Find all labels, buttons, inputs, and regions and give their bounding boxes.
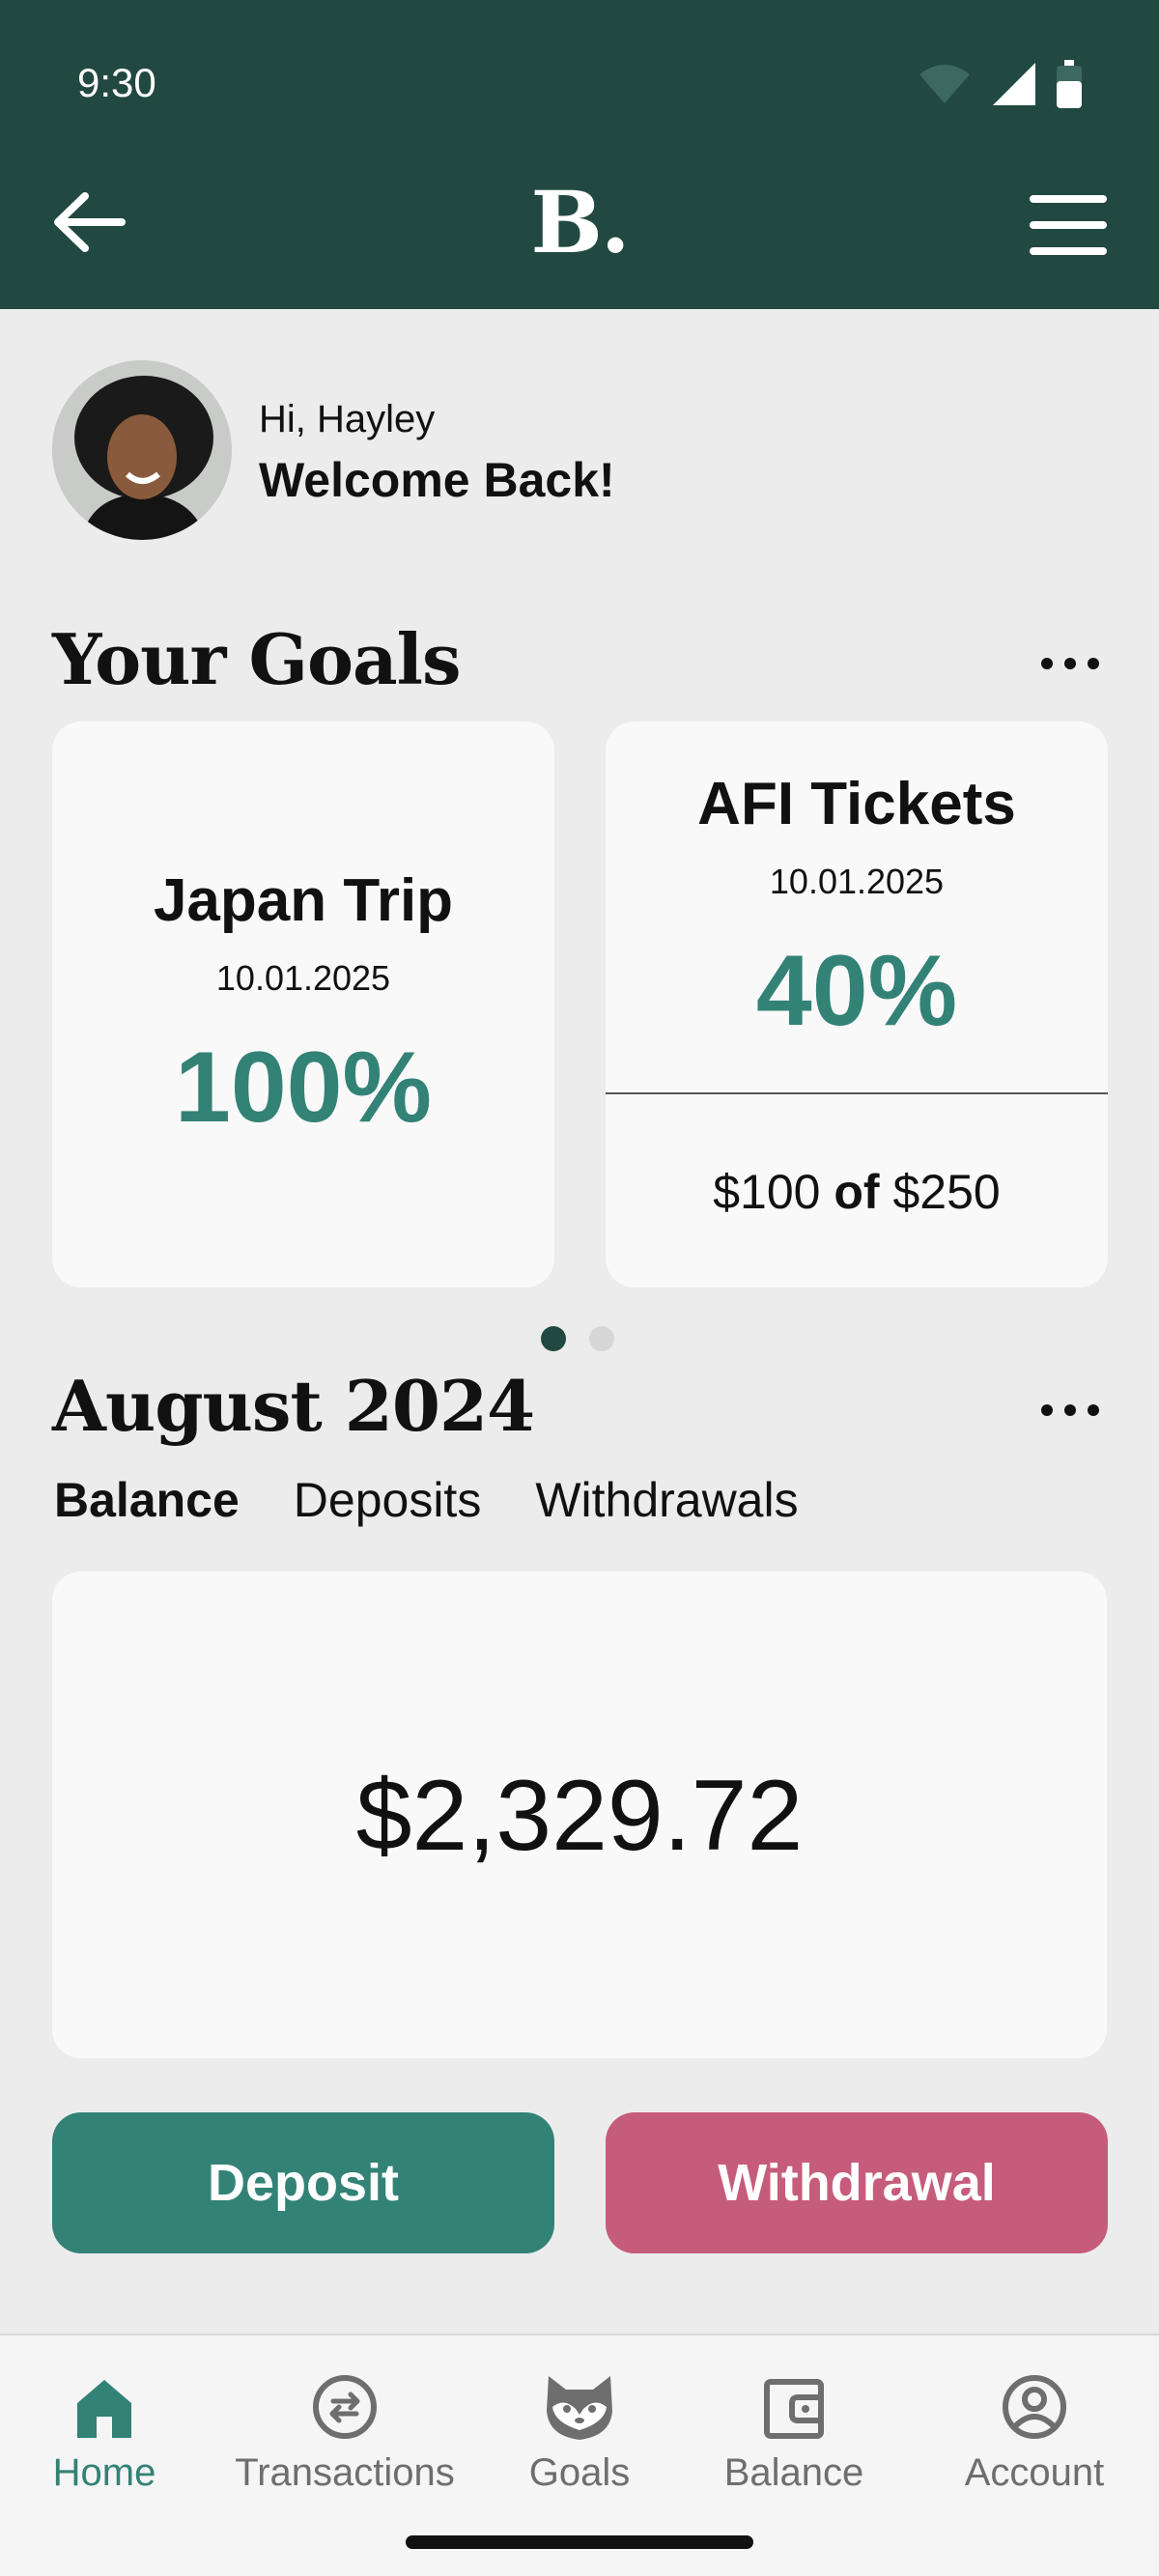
raccoon-icon (547, 2376, 612, 2440)
home-icon (77, 2380, 131, 2438)
wifi-icon (919, 65, 970, 103)
nav-item-goals[interactable]: Goals (464, 2368, 695, 2495)
nav-label: Transactions (235, 2451, 455, 2494)
nav-item-balance[interactable]: Balance (678, 2368, 910, 2495)
goal-card-japan-trip[interactable]: Japan Trip 10.01.2025 100% (52, 722, 554, 1288)
goal-percent: 100% (175, 1032, 432, 1144)
balance-amount: $2,329.72 (355, 1760, 804, 1872)
tab-deposits[interactable]: Deposits (294, 1472, 482, 1528)
goal-title: AFI Tickets (697, 771, 1016, 837)
carousel-dot-active[interactable] (541, 1326, 566, 1351)
user-circle-icon (1003, 2375, 1066, 2439)
greeting-hello: Hi, Hayley (259, 398, 436, 440)
greeting-welcome: Welcome Back! (259, 453, 615, 507)
goals-heading: Your Goals (52, 618, 462, 700)
goal-date: 10.01.2025 (769, 862, 945, 901)
nav-label: Goals (528, 2451, 631, 2494)
goals-more-icon[interactable] (1041, 649, 1099, 678)
goal-percent: 40% (755, 935, 958, 1047)
nav-item-home[interactable]: Home (0, 2368, 220, 2495)
month-heading: August 2024 (52, 1365, 535, 1447)
goal-target-amount: $250 (892, 1165, 1001, 1219)
goal-divider (606, 1092, 1108, 1094)
tab-balance[interactable]: Balance (54, 1472, 240, 1528)
goal-saved-amount: $100 (713, 1165, 821, 1219)
avatar[interactable] (52, 360, 232, 540)
hamburger-menu-icon[interactable] (1030, 193, 1107, 257)
balance-card: $2,329.72 (52, 1571, 1107, 2058)
nav-label: Account (964, 2451, 1105, 2494)
month-tabs: Balance Deposits Withdrawals (54, 1472, 799, 1528)
goal-of-label: of (834, 1165, 880, 1219)
nav-label: Balance (723, 2451, 864, 2494)
battery-icon (1057, 60, 1082, 108)
signal-icon (993, 63, 1035, 105)
goal-title: Japan Trip (153, 867, 454, 934)
home-indicator[interactable] (406, 2535, 753, 2549)
brand-logo: B. (530, 172, 630, 272)
wallet-icon (764, 2379, 824, 2439)
nav-item-account[interactable]: Account (919, 2368, 1150, 2495)
month-more-icon[interactable] (1041, 1396, 1099, 1425)
deposit-button[interactable]: Deposit (52, 2112, 554, 2253)
carousel-dot[interactable] (589, 1326, 614, 1351)
status-time: 9:30 (77, 60, 156, 105)
goal-card-afi-tickets[interactable]: AFI Tickets 10.01.2025 40% $100 of $250 (606, 722, 1108, 1288)
carousel-dots (541, 1326, 614, 1351)
tab-withdrawals[interactable]: Withdrawals (535, 1472, 798, 1528)
status-icons (918, 60, 1082, 108)
nav-label: Home (52, 2451, 156, 2494)
transfer-arrows-icon (313, 2375, 377, 2439)
withdrawal-button[interactable]: Withdrawal (606, 2112, 1108, 2253)
goal-date: 10.01.2025 (215, 958, 391, 998)
app-header: 9:30 B. (0, 0, 1159, 309)
goal-progress-amount: $100 of $250 (606, 1164, 1108, 1220)
nav-item-transactions[interactable]: Transactions (229, 2368, 461, 2495)
avatar-image (52, 360, 232, 540)
